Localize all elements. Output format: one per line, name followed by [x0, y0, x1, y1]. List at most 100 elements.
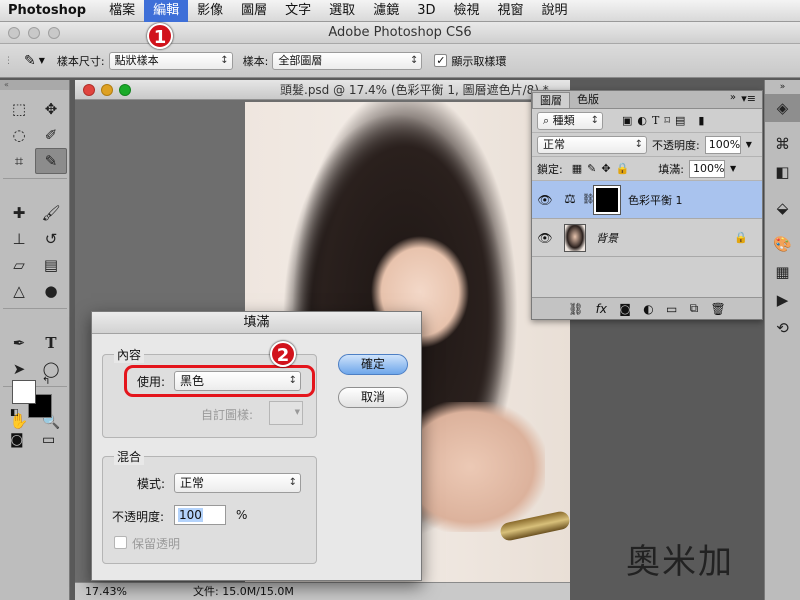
chevron-down-icon[interactable]: ▼: [730, 164, 736, 173]
properties-panel-icon[interactable]: ▦: [765, 258, 800, 286]
watermark-text: 奧米加: [626, 541, 734, 582]
new-layer-icon[interactable]: ⧉: [690, 301, 699, 316]
visibility-eye-icon[interactable]: 👁: [532, 231, 558, 245]
filter-pixel-icon[interactable]: ▣: [622, 114, 632, 127]
zoom-level[interactable]: 17.43%: [85, 583, 127, 600]
swatches-panel-icon[interactable]: 🎨: [765, 230, 800, 258]
add-mask-icon[interactable]: ◙: [619, 302, 631, 316]
lock-pixels-icon[interactable]: ✎: [587, 162, 596, 175]
new-group-icon[interactable]: ▭: [666, 302, 677, 316]
menu-window[interactable]: 視窗: [489, 0, 533, 22]
filter-smart-icon[interactable]: ▤: [675, 114, 685, 127]
opacity-input[interactable]: 100%: [704, 135, 741, 154]
menu-view[interactable]: 檢視: [444, 0, 488, 22]
fill-input[interactable]: 100%: [688, 159, 725, 178]
move-tool-icon[interactable]: ✥: [35, 96, 67, 122]
crop-tool-icon[interactable]: ⌗: [3, 148, 35, 174]
foreground-color-swatch[interactable]: [12, 380, 36, 404]
document-title-bar: 頭髮.psd @ 17.4% (色彩平衡 1, 圖層遮色片/8) *: [75, 80, 570, 100]
doc-close-button[interactable]: [83, 84, 95, 96]
menu-help[interactable]: 說明: [533, 0, 577, 22]
type-tool-icon[interactable]: T: [35, 330, 67, 356]
chevron-down-icon[interactable]: ▼: [746, 140, 752, 149]
show-sampling-ring-checkbox[interactable]: ✓: [434, 54, 448, 67]
default-colors-icon[interactable]: ◧: [10, 408, 19, 418]
rect-marquee-tool-icon[interactable]: ⬚: [3, 96, 35, 122]
quick-select-tool-icon[interactable]: ✐: [35, 122, 67, 148]
trash-icon[interactable]: 🗑: [711, 302, 726, 316]
menu-type[interactable]: 文字: [276, 0, 320, 22]
custom-pattern-picker[interactable]: ▼: [269, 401, 303, 425]
blending-group-label: 混合: [114, 448, 145, 465]
app-menu[interactable]: Photoshop: [0, 3, 100, 18]
blur-tool-icon[interactable]: △: [3, 278, 35, 304]
filter-toggle-icon[interactable]: ▮: [698, 114, 704, 127]
layer-row-background[interactable]: 👁 背景 🔒: [532, 219, 762, 257]
link-layers-icon[interactable]: ⛓: [568, 302, 583, 316]
doc-zoom-button[interactable]: [119, 84, 131, 96]
new-adjustment-icon[interactable]: ◐: [643, 302, 653, 316]
chevron-down-icon[interactable]: ▼: [39, 56, 45, 65]
visibility-eye-icon[interactable]: 👁: [532, 193, 558, 207]
collapse-icon[interactable]: »: [730, 92, 736, 103]
clone-stamp-tool-icon[interactable]: ⊥: [3, 226, 35, 252]
layer-row-color-balance[interactable]: 👁 ⚖ ⛓ 色彩平衡 1: [532, 181, 762, 219]
swap-colors-icon[interactable]: ↰: [42, 376, 50, 387]
menu-image[interactable]: 影像: [188, 0, 232, 22]
menu-select[interactable]: 選取: [320, 0, 364, 22]
filter-type-icon[interactable]: T: [652, 114, 659, 127]
lock-transparency-icon[interactable]: ▦: [572, 162, 582, 175]
opacity-input[interactable]: 100: [174, 505, 226, 525]
filter-adjustment-icon[interactable]: ◐: [637, 114, 647, 127]
opacity-value: 100: [178, 508, 203, 522]
mode-select[interactable]: 正常: [174, 473, 301, 493]
quick-mask-icon[interactable]: ◙: [10, 432, 24, 448]
layers-panel-icon[interactable]: ◈: [765, 94, 800, 122]
brush-tool-icon[interactable]: 🖌: [35, 200, 67, 226]
lock-position-icon[interactable]: ✥: [601, 162, 610, 175]
gradient-tool-icon[interactable]: ▤: [35, 252, 67, 278]
tab-channels[interactable]: 色版: [570, 92, 606, 108]
menu-edit[interactable]: 編輯: [144, 0, 189, 22]
sample-select[interactable]: 全部圖層: [272, 51, 423, 70]
layers-panel-footer: ⛓ fx ◙ ◐ ▭ ⧉ 🗑: [532, 297, 762, 319]
menu-3d[interactable]: 3D: [408, 0, 444, 22]
layer-name[interactable]: 背景: [596, 230, 618, 246]
actions-panel-icon[interactable]: ▶: [765, 286, 800, 314]
eraser-tool-icon[interactable]: ▱: [3, 252, 35, 278]
3d-panel-icon[interactable]: ⬙: [765, 194, 800, 222]
filter-shape-icon[interactable]: ⌑: [664, 114, 670, 127]
layer-mask-thumbnail[interactable]: [593, 184, 621, 215]
layer-name[interactable]: 色彩平衡 1: [628, 192, 683, 208]
eyedropper-preset-icon[interactable]: ✎: [24, 53, 36, 69]
chain-link-icon[interactable]: ⛓: [582, 194, 595, 205]
dodge-tool-icon[interactable]: ●: [35, 278, 67, 304]
tab-layers[interactable]: 圖層: [532, 92, 570, 108]
panel-menu-icon[interactable]: ▾≡: [741, 92, 756, 105]
ok-button[interactable]: 確定: [338, 354, 408, 375]
paths-panel-icon[interactable]: ⌘: [765, 130, 800, 158]
panel-grip[interactable]: «: [0, 80, 69, 90]
layer-thumbnail[interactable]: [564, 223, 586, 252]
screen-mode-icon[interactable]: ▭: [42, 432, 55, 448]
adjustments-panel-icon[interactable]: ◧: [765, 158, 800, 186]
lasso-tool-icon[interactable]: ◌: [3, 122, 35, 148]
menu-layer[interactable]: 圖層: [232, 0, 276, 22]
lock-all-icon[interactable]: 🔒: [616, 162, 630, 175]
blend-mode-select[interactable]: 正常: [537, 135, 647, 154]
pen-tool-icon[interactable]: ✒: [3, 330, 35, 356]
history-brush-tool-icon[interactable]: ↺: [35, 226, 67, 252]
healing-brush-tool-icon[interactable]: ✚: [3, 200, 35, 226]
layer-filter-select[interactable]: ⌕ 種類: [537, 111, 603, 130]
blend-opacity-row: 正常 不透明度: 100% ▼: [532, 133, 762, 157]
eyedropper-tool-icon[interactable]: ✎: [35, 148, 67, 174]
menu-file[interactable]: 檔案: [100, 0, 144, 22]
cancel-button[interactable]: 取消: [338, 387, 408, 408]
preserve-transparency-checkbox[interactable]: [114, 536, 127, 549]
doc-minimize-button[interactable]: [101, 84, 113, 96]
dock-grip[interactable]: »: [765, 80, 800, 94]
menu-filter[interactable]: 濾鏡: [364, 0, 408, 22]
sample-size-select[interactable]: 點狀樣本: [108, 51, 233, 70]
history-panel-icon[interactable]: ⟲: [765, 314, 800, 342]
fx-icon[interactable]: fx: [596, 302, 607, 316]
